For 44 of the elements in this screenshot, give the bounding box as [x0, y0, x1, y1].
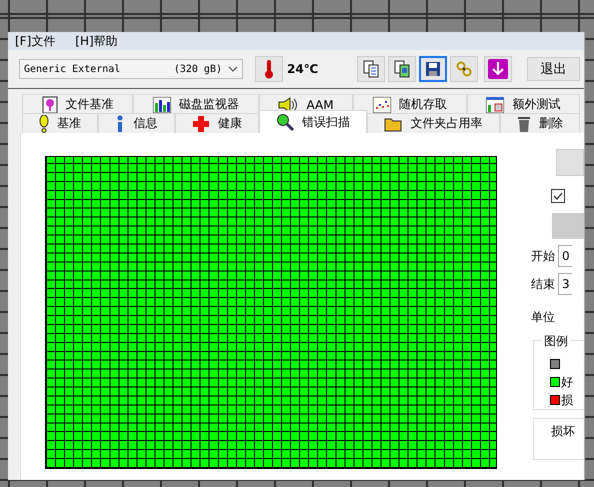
toolbar-button[interactable] — [388, 56, 416, 82]
tab-icon — [384, 116, 402, 132]
legend-title: 图例 — [542, 333, 570, 350]
tab-icon — [516, 114, 531, 132]
tab[interactable]: 删除 — [500, 113, 580, 133]
tab-icon — [115, 114, 126, 132]
chevron-down-icon — [228, 66, 238, 72]
tab[interactable]: 随机存取 — [353, 94, 467, 114]
tab-icon — [153, 96, 172, 112]
input-field[interactable]: 0 — [558, 245, 572, 267]
unit-label: 单位 — [531, 309, 556, 326]
exit-button[interactable]: 退出 — [527, 57, 580, 81]
legend-label: 损 — [561, 392, 573, 408]
tab[interactable]: 磁盘监视器 — [133, 94, 259, 114]
tab-icon — [276, 113, 294, 131]
damaged-label: 损坏 — [551, 423, 575, 440]
legend-label: 好 — [561, 374, 573, 390]
end-label: 结束 — [531, 276, 555, 292]
chain-icon — [456, 61, 472, 77]
copy-icon — [363, 60, 379, 78]
tab[interactable]: 基准 — [22, 113, 98, 133]
toolbar-button[interactable] — [484, 56, 512, 82]
tab-icon — [192, 114, 210, 132]
tab[interactable]: 错误扫描 — [258, 110, 368, 133]
menu-item[interactable]: [F]文件 — [15, 32, 56, 50]
temperature-button[interactable] — [255, 56, 283, 82]
toolbar-button[interactable] — [357, 56, 385, 82]
checkbox[interactable] — [551, 189, 565, 203]
tab[interactable]: 文件夹占用率 — [367, 113, 500, 133]
start-label: 开始 — [531, 248, 555, 264]
toolbar-button[interactable] — [419, 56, 447, 82]
copy-icon — [394, 60, 410, 78]
menu-item[interactable]: [H]帮助 — [75, 32, 118, 50]
tab[interactable]: 额外测试 — [466, 94, 580, 114]
temperature-reading: 24℃ — [287, 62, 320, 76]
tab-icon — [486, 96, 504, 112]
tab[interactable]: 文件基准 — [22, 94, 134, 114]
tab-icon — [372, 96, 391, 112]
tab[interactable]: 健康 — [174, 113, 259, 133]
tab-icon — [278, 96, 298, 112]
drive-dropdown[interactable]: Generic External (320 gB) — [19, 59, 243, 79]
input-field[interactable]: 3 — [558, 273, 572, 295]
thermometer-icon — [264, 59, 274, 79]
tab[interactable]: 信息 — [98, 113, 175, 133]
